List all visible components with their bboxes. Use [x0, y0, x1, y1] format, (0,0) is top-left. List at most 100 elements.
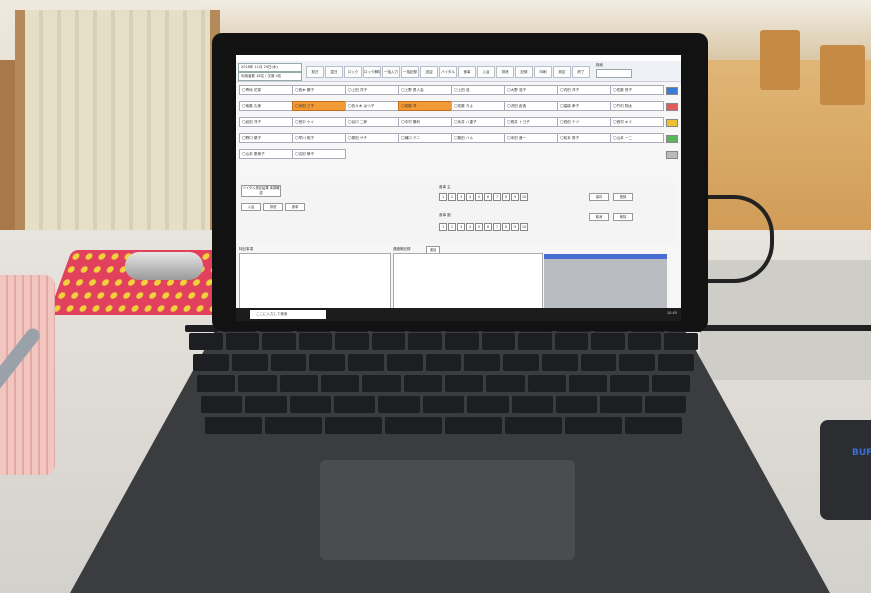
seat-button[interactable]: 〇原田 サチ: [345, 133, 399, 143]
keyboard-key[interactable]: [321, 375, 360, 392]
keyboard-key[interactable]: [610, 375, 649, 392]
seat-button[interactable]: 〇青地 花菜: [239, 85, 293, 95]
toolbar-button[interactable]: ロック解除: [363, 66, 381, 78]
keyboard-key[interactable]: [467, 396, 509, 413]
seat-button[interactable]: 〇早川 昭子: [292, 133, 346, 143]
keyboard-key[interactable]: [554, 333, 589, 350]
seat-button[interactable]: 〇吉田 静子: [292, 149, 346, 159]
keyboard-key[interactable]: [445, 333, 479, 350]
keyboard-key[interactable]: [371, 333, 406, 350]
keyboard-key[interactable]: [197, 375, 236, 392]
keyboard-key[interactable]: [569, 375, 608, 392]
keyboard-key[interactable]: [335, 333, 369, 350]
keyboard-key[interactable]: [334, 396, 376, 413]
action-button[interactable]: 削除: [613, 213, 633, 221]
seat-button[interactable]: 〇沢田 倉造: [504, 101, 558, 111]
toolbar-button[interactable]: 一括記録: [401, 66, 419, 78]
seat-button[interactable]: 〇大野 浩子: [504, 85, 558, 95]
seat-button[interactable]: 〇山本 一二: [610, 133, 664, 143]
date-field[interactable]: 2018年 11月 29日(木): [238, 63, 302, 72]
keyboard-key[interactable]: [591, 333, 625, 350]
seat-button[interactable]: 〇山本 恵美子: [239, 149, 293, 159]
keyboard-key[interactable]: [464, 354, 501, 371]
seat-button[interactable]: 〇松本 秀子: [557, 133, 611, 143]
color-tag[interactable]: [666, 151, 678, 159]
color-tag[interactable]: [666, 119, 678, 127]
number-button[interactable]: 6: [484, 193, 492, 201]
seat-button[interactable]: 〇中村 勝利: [398, 117, 452, 127]
number-button[interactable]: 7: [493, 223, 501, 231]
keyboard-key[interactable]: [205, 417, 262, 434]
seat-button[interactable]: 〇西田 テツ: [557, 117, 611, 127]
seat-button[interactable]: 〇本田 進一: [504, 133, 558, 143]
keyboard-key[interactable]: [505, 417, 562, 434]
number-button[interactable]: 3: [457, 223, 465, 231]
action-button[interactable]: 保存: [589, 193, 609, 201]
keyboard-key[interactable]: [193, 354, 229, 371]
toolbar-button[interactable]: 記録: [515, 66, 533, 78]
seat-button[interactable]: 〇佐藤 洋: [398, 101, 452, 111]
keyboard-key[interactable]: [503, 354, 539, 371]
trackpad[interactable]: [320, 460, 575, 560]
keyboard-key[interactable]: [325, 417, 382, 434]
number-button[interactable]: 3: [457, 193, 465, 201]
number-button[interactable]: 8: [502, 193, 510, 201]
keyboard-key[interactable]: [403, 375, 442, 392]
number-button[interactable]: 10: [520, 223, 528, 231]
seat-button[interactable]: 〇佐々木 はつ子: [345, 101, 399, 111]
keyboard-key[interactable]: [651, 375, 690, 392]
keyboard-key[interactable]: [408, 333, 442, 350]
seat-button[interactable]: 〇高橋 孝子: [557, 101, 611, 111]
seat-button[interactable]: 〇谷口 二郎: [345, 117, 399, 127]
number-button[interactable]: 9: [511, 193, 519, 201]
toolbar-button[interactable]: バイタル: [439, 66, 457, 78]
toolbar-button[interactable]: 一括入力: [382, 66, 400, 78]
number-button[interactable]: 1: [439, 193, 447, 201]
action-button[interactable]: 取消: [589, 213, 609, 221]
keyboard-key[interactable]: [511, 396, 553, 413]
keyboard-key[interactable]: [565, 417, 622, 434]
keyboard-key[interactable]: [600, 396, 642, 413]
number-button[interactable]: 6: [484, 223, 492, 231]
keyboard-key[interactable]: [625, 417, 682, 434]
seat-button[interactable]: 〇長井 トヨ子: [504, 117, 558, 127]
keyboard-key[interactable]: [231, 354, 268, 371]
keyboard-key[interactable]: [262, 333, 296, 350]
keyboard-key[interactable]: [378, 396, 420, 413]
color-tag[interactable]: [666, 103, 678, 111]
keyboard-key[interactable]: [486, 375, 525, 392]
toolbar-button[interactable]: 食事: [458, 66, 476, 78]
keyboard-key[interactable]: [445, 417, 502, 434]
seat-button[interactable]: 〇西村 キミ: [610, 117, 664, 127]
seat-button[interactable]: 〇佐藤 きよ: [451, 101, 505, 111]
seat-button[interactable]: 〇永井 八重子: [451, 117, 505, 127]
seat-button[interactable]: 〇後藤 久美: [239, 101, 293, 111]
seat-button[interactable]: 〇田中 ケイ: [292, 117, 346, 127]
keyboard-key[interactable]: [245, 396, 287, 413]
keyboard-key[interactable]: [270, 354, 307, 371]
keyboard-key[interactable]: [289, 396, 332, 413]
keyboard-key[interactable]: [627, 333, 662, 350]
keyboard-key[interactable]: [201, 396, 243, 413]
number-button[interactable]: 5: [475, 223, 483, 231]
keyboard-key[interactable]: [527, 375, 566, 392]
number-button[interactable]: 2: [448, 193, 456, 201]
taskbar-search[interactable]: ここに入力して検索: [250, 310, 326, 319]
memo-mid[interactable]: [393, 253, 543, 310]
panel-button[interactable]: 排泄: [263, 203, 283, 211]
seat-button[interactable]: 〇野口 優子: [239, 133, 293, 143]
keyboard-key[interactable]: [445, 375, 484, 392]
keyboard-key[interactable]: [518, 333, 552, 350]
seat-button[interactable]: 〇武田 洋子: [239, 117, 293, 127]
keyboard-key[interactable]: [619, 354, 656, 371]
toolbar-button[interactable]: 入浴: [477, 66, 495, 78]
number-button[interactable]: 7: [493, 193, 501, 201]
keyboard-key[interactable]: [279, 375, 318, 392]
vital-button[interactable]: バイタル測定結果 体調確認: [241, 185, 281, 197]
keyboard-key[interactable]: [225, 333, 260, 350]
seat-button[interactable]: 〇藤田 ハル: [451, 133, 505, 143]
number-button[interactable]: 4: [466, 193, 474, 201]
keyboard-key[interactable]: [298, 333, 333, 350]
keyboard-key[interactable]: [362, 375, 401, 392]
keyboard-key[interactable]: [189, 333, 223, 350]
